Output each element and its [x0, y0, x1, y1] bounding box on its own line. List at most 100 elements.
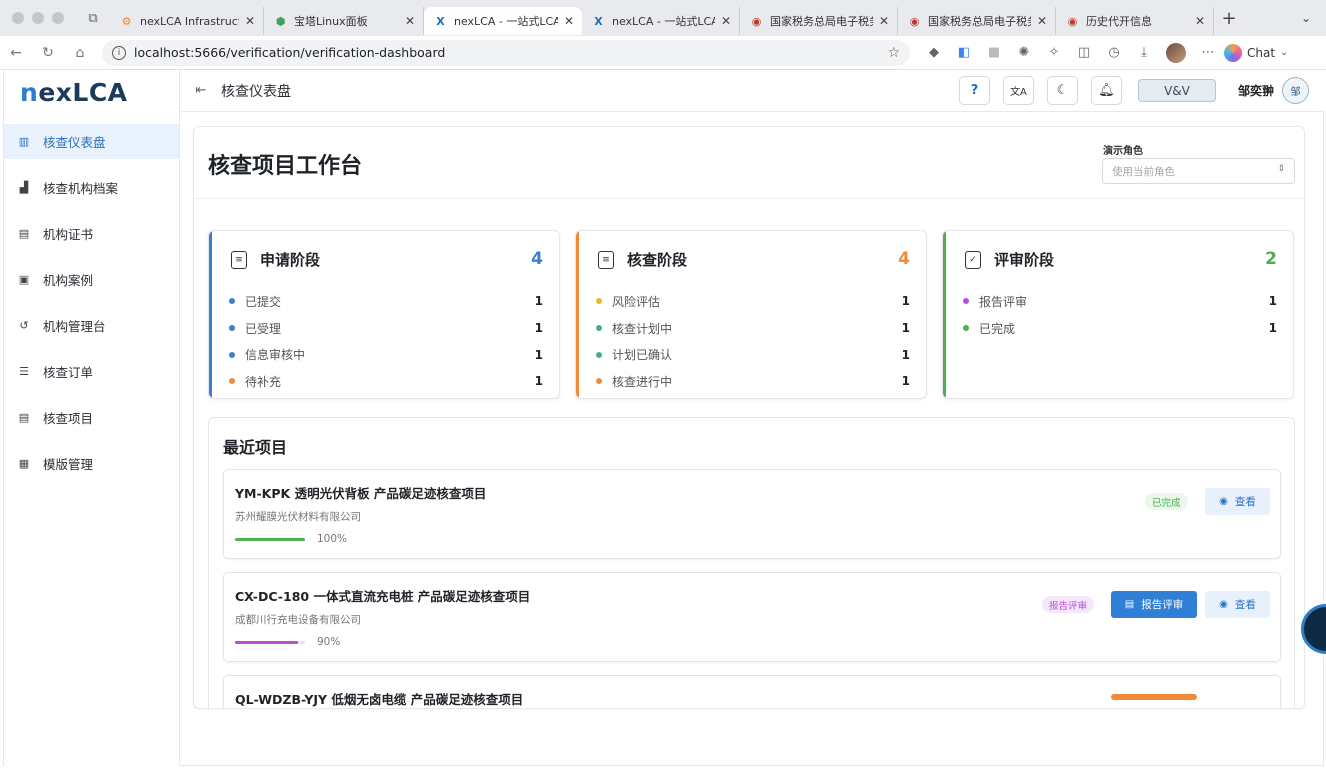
stage-status-row[interactable]: 风险评估 1: [596, 288, 910, 315]
browser-tab-1[interactable]: ⚙ nexLCA Infrastructure ✕: [110, 7, 264, 35]
help-icon: ?: [970, 83, 979, 98]
new-tab-button[interactable]: +: [1214, 8, 1244, 29]
stage-card-review[interactable]: ✓ 评审阶段 2 报告评审 1 已完成 1: [942, 230, 1294, 399]
site-info-icon[interactable]: i: [112, 45, 126, 60]
view-button[interactable]: ◉ 查看: [1205, 488, 1270, 515]
back-arrow-icon[interactable]: ←: [0, 45, 32, 61]
stage-status-row[interactable]: 信息审核中 1: [229, 341, 543, 368]
sidebar-menu: ▥ 核查仪表盘 ▟ 核查机构档案 ▤ 机构证书 ▣ 机构案例 ↺ 机构管理台 ☰…: [4, 124, 179, 481]
role-badge[interactable]: V&V: [1137, 79, 1216, 102]
status-count: 1: [901, 374, 910, 389]
browser-tab-4[interactable]: X nexLCA - 一站式LCA/E ✕: [582, 7, 740, 35]
browser-tab-6[interactable]: ◉ 国家税务总局电子税务局 ✕: [898, 7, 1056, 35]
tab-list-chevron-icon[interactable]: ⌄: [1286, 11, 1326, 25]
project-card[interactable]: YM-KPK 透明光伏背板 产品碳足迹核查项目 苏州耀膜光伏材料有限公司 100…: [223, 469, 1281, 559]
page-header: 核查项目工作台 演示角色 使用当前角色 ⇕: [194, 127, 1304, 199]
sidebar-item-projects[interactable]: ▤ 核查项目: [4, 400, 179, 435]
tab-group-icon[interactable]: ⧉: [76, 11, 110, 26]
help-button[interactable]: ?: [958, 76, 990, 105]
browser-tab-5[interactable]: ◉ 国家税务总局电子税务局 ✕: [740, 7, 898, 35]
download-icon[interactable]: ⤓: [1136, 45, 1152, 61]
gray-extension-icon[interactable]: ■: [986, 45, 1002, 61]
stage-status-row[interactable]: 计划已确认 1: [596, 341, 910, 368]
status-dot: [229, 298, 235, 305]
progress-bar: [235, 538, 305, 541]
list-icon: ☰: [19, 365, 29, 378]
browser-tab-7[interactable]: ◉ 历史代开信息 ✕: [1056, 7, 1214, 35]
sidebar-item-dashboard[interactable]: ▥ 核查仪表盘: [4, 124, 179, 159]
sidebar-item-org-profile[interactable]: ▟ 核查机构档案: [4, 170, 179, 205]
project-card[interactable]: CX-DC-180 一体式直流充电桩 产品碳足迹核查项目 成都川行充电设备有限公…: [223, 572, 1281, 662]
stage-status-row[interactable]: 待补充 1: [229, 368, 543, 395]
project-card[interactable]: QL-WDZB-YJY 低烟无卤电缆 产品碳足迹核查项目: [223, 675, 1281, 708]
language-button[interactable]: 文A: [1002, 76, 1034, 105]
tax-emblem-icon: ◉: [751, 14, 762, 28]
stage-count: 2: [1265, 249, 1277, 269]
user-name[interactable]: 邹奕翀: [1238, 82, 1274, 99]
browser-tab-2[interactable]: ⬢ 宝塔Linux面板 ✕: [264, 7, 424, 35]
bookmark-star-icon[interactable]: ☆: [887, 45, 900, 61]
sidebar-item-cases[interactable]: ▣ 机构案例: [4, 262, 179, 297]
theme-toggle-button[interactable]: ☾: [1046, 76, 1078, 105]
chat-label: Chat: [1247, 45, 1276, 60]
brand-logo-n: n: [20, 77, 39, 107]
stage-status-row[interactable]: 已完成 1: [963, 315, 1277, 342]
translate-extension-icon[interactable]: ◧: [956, 45, 972, 61]
shield-extension-icon[interactable]: ◆: [926, 45, 942, 61]
stage-status-row[interactable]: 已受理 1: [229, 315, 543, 342]
home-icon[interactable]: ⌂: [64, 45, 96, 61]
notifications-button[interactable]: 🔔︎: [1090, 76, 1122, 105]
stage-status-row[interactable]: 核查进行中 1: [596, 368, 910, 395]
collapse-sidebar-icon[interactable]: ⇤: [181, 83, 221, 98]
close-tab-icon[interactable]: ✕: [721, 14, 731, 28]
split-view-icon[interactable]: ◫: [1076, 45, 1092, 61]
close-tab-icon[interactable]: ✕: [564, 14, 574, 28]
sidebar-item-org-console[interactable]: ↺ 机构管理台: [4, 308, 179, 343]
close-tab-icon[interactable]: ✕: [405, 14, 415, 28]
stage-count: 4: [898, 249, 910, 269]
close-window-icon[interactable]: [12, 12, 24, 24]
close-tab-icon[interactable]: ✕: [1195, 14, 1205, 28]
header-actions: ? 文A ☾ 🔔︎ V&V 邹奕翀 邹: [946, 76, 1309, 105]
progress-bar: [235, 641, 305, 644]
sidebar-item-certificates[interactable]: ▤ 机构证书: [4, 216, 179, 251]
stage-card-application[interactable]: ≡ 申请阶段 4 已提交 1 已受理 1 信息审核中 1 待补充 1: [208, 230, 560, 399]
tax-emblem-icon: ◉: [1067, 14, 1078, 28]
chat-button[interactable]: Chat ⌄: [1224, 43, 1288, 62]
view-button[interactable]: ◉ 查看: [1205, 591, 1270, 618]
stage-status-row[interactable]: 核查计划中 1: [596, 315, 910, 342]
user-avatar[interactable]: 邹: [1282, 77, 1309, 104]
report-review-button[interactable]: ▤ 报告评审: [1111, 591, 1197, 618]
minimize-window-icon[interactable]: [32, 12, 44, 24]
close-tab-icon[interactable]: ✕: [245, 14, 255, 28]
maximize-window-icon[interactable]: [52, 12, 64, 24]
status-dot: [596, 298, 602, 305]
reload-icon[interactable]: ↻: [32, 45, 64, 61]
template-icon: ▦: [18, 457, 30, 470]
browser-tab-3-active[interactable]: X nexLCA - 一站式LCA/E ✕: [424, 7, 582, 35]
more-dots-icon[interactable]: ⋯: [1200, 45, 1216, 61]
document-icon: ▤: [1124, 599, 1135, 610]
history-icon[interactable]: ◷: [1106, 45, 1122, 61]
stage-cards: ≡ 申请阶段 4 已提交 1 已受理 1 信息审核中 1 待补充 1 ≡ 核查阶段 4: [208, 230, 1295, 400]
close-tab-icon[interactable]: ✕: [879, 14, 889, 28]
sidebar-item-templates[interactable]: ▦ 模版管理: [4, 446, 179, 481]
stage-status-row[interactable]: 报告评审 1: [963, 288, 1277, 315]
file-icon: ▤: [18, 411, 30, 424]
brand-logo[interactable]: n exLCA: [4, 70, 179, 114]
sidebar-item-orders[interactable]: ☰ 核查订单: [4, 354, 179, 389]
stage-status-row[interactable]: 已提交 1: [229, 288, 543, 315]
stage-card-verification[interactable]: ≡ 核查阶段 4 风险评估 1 核查计划中 1 计划已确认 1 核查进行中 1: [575, 230, 927, 399]
app-window: n exLCA ▥ 核查仪表盘 ▟ 核查机构档案 ▤ 机构证书 ▣ 机构案例 ↺ …: [3, 70, 1325, 766]
stage-title: 评审阶段: [994, 251, 1055, 269]
openai-extension-icon[interactable]: ✺: [1016, 45, 1032, 61]
profile-avatar[interactable]: [1166, 42, 1186, 63]
close-tab-icon[interactable]: ✕: [1037, 14, 1047, 28]
refresh-settings-icon: ↺: [19, 319, 29, 332]
status-dot: [596, 378, 602, 385]
puzzle-extension-icon[interactable]: ✧: [1046, 45, 1062, 61]
status-count: 1: [1268, 321, 1277, 336]
role-select[interactable]: 使用当前角色 ⇕: [1102, 158, 1295, 184]
sidebar: n exLCA ▥ 核查仪表盘 ▟ 核查机构档案 ▤ 机构证书 ▣ 机构案例 ↺ …: [4, 70, 180, 766]
url-field[interactable]: i localhost:5666/verification/verificati…: [102, 39, 910, 66]
